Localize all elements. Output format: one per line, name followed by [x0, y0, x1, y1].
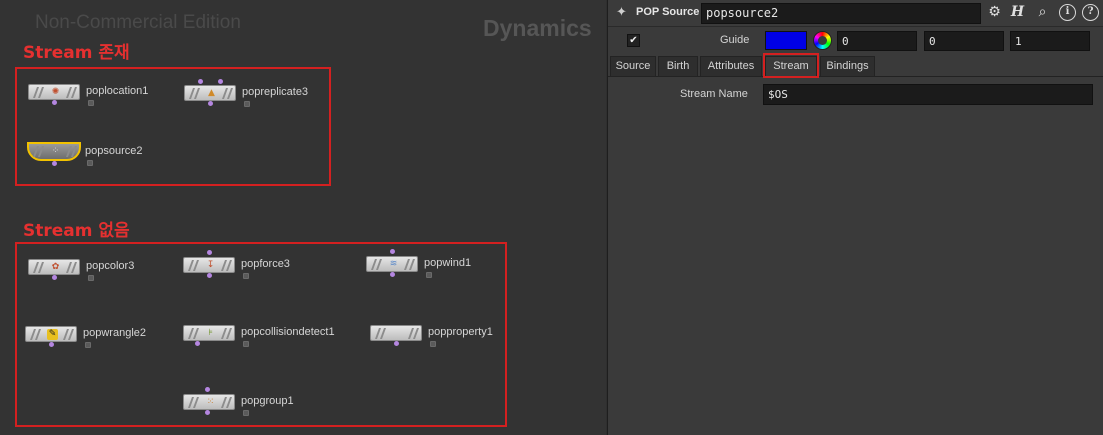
node-label: poplocation1	[86, 85, 149, 97]
color-wheel-icon[interactable]	[813, 31, 832, 50]
lock-icon[interactable]	[243, 341, 249, 347]
tab-birth[interactable]: Birth	[658, 56, 698, 77]
output-connector[interactable]	[52, 275, 57, 280]
popsource-icon: ⁘	[51, 146, 60, 156]
node-body[interactable]: ⁙	[183, 394, 235, 410]
node-label: popcolor3	[86, 260, 135, 272]
lock-icon[interactable]	[243, 410, 249, 416]
output-connector[interactable]	[208, 101, 213, 106]
stream-name-input[interactable]: $OS	[763, 84, 1093, 105]
lock-icon[interactable]	[87, 160, 93, 166]
node-body[interactable]: ≋	[366, 256, 418, 272]
pop-source-icon: ✦	[616, 5, 627, 20]
input-connector[interactable]	[205, 387, 210, 392]
lock-icon[interactable]	[243, 273, 249, 279]
output-connector[interactable]	[52, 100, 57, 105]
parameter-toolbar: ✦ POP Source popsource2 ⚙ H ⌕ i ?	[608, 0, 1103, 27]
guide-color-b[interactable]: 1	[1010, 31, 1090, 51]
popwind-icon: ≋	[389, 259, 398, 269]
node-label: popforce3	[241, 258, 290, 270]
info-icon[interactable]: i	[1059, 4, 1076, 21]
node-body[interactable]: ⁘	[27, 142, 81, 161]
input-connector[interactable]	[207, 250, 212, 255]
lock-icon[interactable]	[426, 272, 432, 278]
node-body[interactable]: ✎	[25, 326, 77, 342]
popwrangle-icon: ✎	[47, 329, 58, 340]
output-connector[interactable]	[394, 341, 399, 346]
popcolor-icon: ✿	[51, 262, 60, 272]
tab-attributes[interactable]: Attributes	[700, 56, 762, 77]
annotation-stream-none: Stream 없음	[23, 221, 130, 241]
stream-name-label: Stream Name	[680, 88, 748, 100]
node-label: popgroup1	[241, 395, 294, 407]
lock-icon[interactable]	[244, 101, 250, 107]
node-label: popcollisiondetect1	[241, 326, 335, 338]
output-connector[interactable]	[49, 342, 54, 347]
node-body[interactable]: ▲	[184, 85, 236, 101]
edition-watermark: Non-Commercial Edition	[35, 12, 241, 33]
parameter-panel: ✦ POP Source popsource2 ⚙ H ⌕ i ? ✔ Guid…	[607, 0, 1103, 435]
node-name-input[interactable]: popsource2	[701, 3, 981, 24]
node-label: popreplicate3	[242, 86, 309, 98]
guide-color-g[interactable]: 0	[924, 31, 1004, 51]
annotation-box-stream-tab	[763, 53, 819, 78]
node-type-label: POP Source	[636, 6, 700, 18]
output-connector[interactable]	[52, 161, 57, 166]
node-body[interactable]: ⊧	[183, 325, 235, 341]
help-icon[interactable]: ?	[1082, 4, 1099, 21]
node-label: popwind1	[424, 257, 472, 269]
guide-checkbox[interactable]: ✔	[627, 34, 640, 47]
lock-icon[interactable]	[430, 341, 436, 347]
node-label: popproperty1	[428, 326, 493, 338]
annotation-stream-exists: Stream 존재	[23, 43, 130, 63]
guide-row: ✔ Guide 0 0 1	[608, 28, 1103, 54]
poplocation-icon: ✺	[51, 87, 60, 97]
popforce-icon: ↧	[206, 260, 215, 270]
node-label: popwrangle2	[83, 327, 146, 339]
input-connector[interactable]	[198, 79, 203, 84]
output-connector[interactable]	[207, 273, 212, 278]
input-connector[interactable]	[390, 249, 395, 254]
tab-source[interactable]: Source	[610, 56, 656, 77]
parameter-tabs: Source Birth Attributes Stream Bindings	[608, 56, 1103, 77]
lock-icon[interactable]	[88, 275, 94, 281]
tab-bindings[interactable]: Bindings	[820, 56, 875, 77]
node-body[interactable]: ✺	[28, 84, 80, 100]
lock-icon[interactable]	[85, 342, 91, 348]
output-connector[interactable]	[205, 410, 210, 415]
guide-color-swatch[interactable]	[765, 31, 807, 50]
input-connector[interactable]	[218, 79, 223, 84]
node-body[interactable]: ✿	[28, 259, 80, 275]
network-editor[interactable]: Non-Commercial Edition Dynamics Stream 존…	[0, 0, 606, 435]
output-connector[interactable]	[390, 272, 395, 277]
popreplicate-icon: ▲	[208, 88, 215, 98]
guide-label: Guide	[720, 34, 750, 46]
popcollisiondetect-icon: ⊧	[208, 328, 213, 338]
output-connector[interactable]	[195, 341, 200, 346]
node-label: popsource2	[85, 145, 143, 157]
popgroup-icon: ⁙	[206, 397, 215, 407]
context-label: Dynamics	[483, 15, 592, 41]
stream-name-row: Stream Name $OS	[608, 84, 1103, 106]
node-body[interactable]: ↧	[183, 257, 235, 273]
houdini-help-icon[interactable]: H	[1009, 4, 1026, 21]
gear-icon[interactable]: ⚙	[986, 4, 1003, 21]
lock-icon[interactable]	[88, 100, 94, 106]
guide-color-r[interactable]: 0	[837, 31, 917, 51]
search-icon[interactable]: ⌕	[1034, 4, 1051, 21]
node-body[interactable]	[370, 325, 422, 341]
